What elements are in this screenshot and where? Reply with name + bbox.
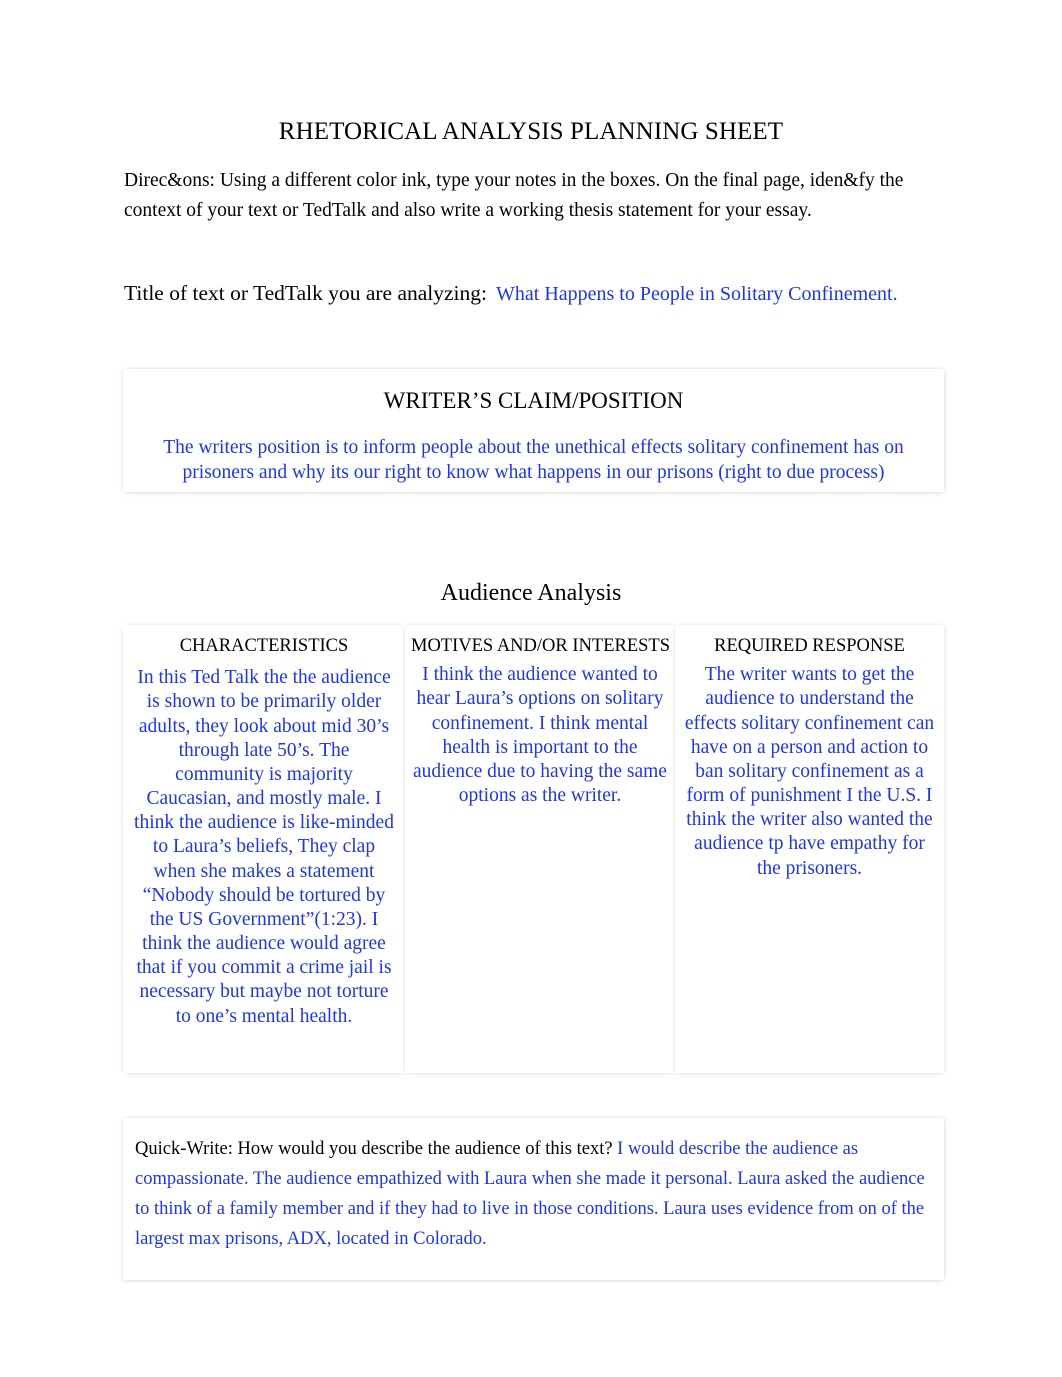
- document-page: RHETORICAL ANALYSIS PLANNING SHEET Direc…: [0, 0, 1062, 1377]
- column-header-characteristics: CHARACTERISTICS: [179, 636, 349, 656]
- column-value-motives[interactable]: I think the audience wanted to hear Laur…: [411, 663, 669, 808]
- writers-claim-heading: WRITER’S CLAIM/POSITION: [383, 388, 684, 413]
- directions-paragraph: Direc&ons: Using a different color ink, …: [124, 170, 904, 222]
- column-header-motives: MOTIVES AND/OR INTERESTS: [411, 636, 671, 656]
- quick-write-box: Quick-Write: How would you describe the …: [123, 1118, 944, 1280]
- quick-write-prompt: Quick-Write: How would you describe the …: [135, 1139, 613, 1159]
- audience-analysis-heading: Audience Analysis: [440, 580, 622, 606]
- title-field-row: Title of text or TedTalk you are analyzi…: [124, 280, 1004, 308]
- quick-write-paragraph: Quick-Write: How would you describe the …: [135, 1135, 932, 1255]
- title-field-label: Title of text or TedTalk you are analyzi…: [124, 281, 488, 305]
- writers-claim-value[interactable]: The writers position is to inform people…: [137, 435, 930, 486]
- column-header-required-response: REQUIRED RESPONSE: [714, 636, 905, 656]
- writers-claim-box: WRITER’S CLAIM/POSITION The writers posi…: [123, 369, 944, 492]
- title-field-value[interactable]: What Happens to People in Solitary Confi…: [496, 283, 898, 305]
- column-value-characteristics[interactable]: In this Ted Talk the the audience is sho…: [129, 666, 399, 1029]
- audience-analysis-table: CHARACTERISTICS In this Ted Talk the the…: [123, 625, 944, 1073]
- page-title: RHETORICAL ANALYSIS PLANNING SHEET: [278, 118, 784, 145]
- table-column-motives: MOTIVES AND/OR INTERESTS I think the aud…: [405, 625, 675, 1073]
- column-value-required-response[interactable]: The writer wants to get the audience to …: [681, 663, 938, 881]
- table-column-required-response: REQUIRED RESPONSE The writer wants to ge…: [675, 625, 944, 1073]
- table-column-characteristics: CHARACTERISTICS In this Ted Talk the the…: [123, 625, 405, 1073]
